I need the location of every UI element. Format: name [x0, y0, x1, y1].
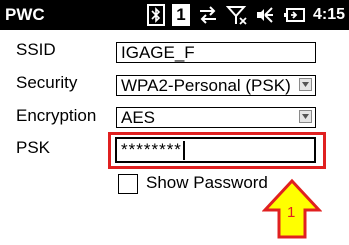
battery-icon[interactable] — [283, 4, 306, 26]
security-value: WPA2-Personal (PSK) — [121, 76, 291, 95]
ssid-field[interactable]: IGAGE_F — [116, 42, 316, 63]
psk-label: PSK — [16, 138, 51, 157]
encryption-dropdown[interactable]: AES — [116, 107, 316, 128]
encryption-value: AES — [121, 108, 156, 127]
show-password-checkbox[interactable] — [118, 174, 138, 194]
show-password-label[interactable]: Show Password — [146, 173, 268, 193]
data-connection-icon[interactable] — [197, 4, 219, 26]
clock[interactable]: 4:15 — [313, 4, 345, 26]
title-bar: PWC 1 4:15 — [0, 0, 349, 30]
psk-highlight-box — [108, 132, 326, 169]
signal-icon[interactable] — [225, 4, 248, 26]
encryption-label: Encryption — [16, 106, 97, 125]
security-dropdown[interactable]: WPA2-Personal (PSK) — [116, 75, 316, 96]
ssid-label: SSID — [16, 40, 56, 59]
chevron-down-icon[interactable] — [299, 110, 312, 123]
status-icons: 1 4:15 — [140, 3, 345, 27]
app-title: PWC — [5, 5, 45, 24]
bluetooth-icon[interactable] — [146, 4, 165, 26]
chevron-down-icon[interactable] — [299, 78, 312, 91]
callout-number: 1 — [287, 204, 296, 221]
callout-arrow: 1 — [261, 178, 323, 240]
volume-icon[interactable] — [255, 4, 277, 26]
notification-count-icon[interactable]: 1 — [171, 4, 190, 26]
security-label: Security — [16, 73, 78, 92]
